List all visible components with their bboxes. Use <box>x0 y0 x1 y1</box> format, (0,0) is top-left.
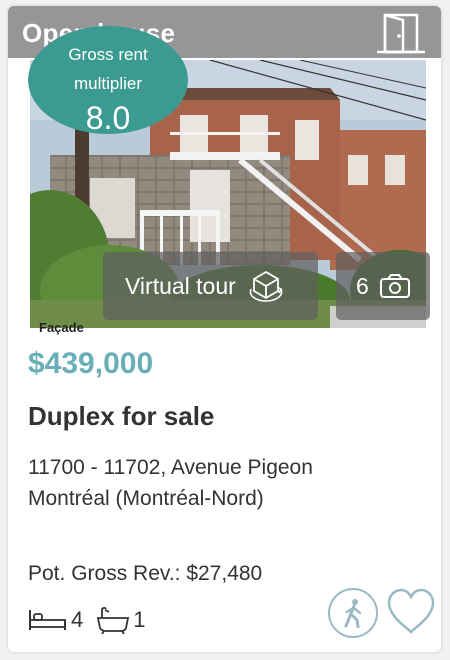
door-icon <box>377 13 425 54</box>
bathtub-icon <box>97 607 130 634</box>
camera-icon <box>379 274 410 298</box>
photos-button[interactable]: 6 <box>336 252 430 320</box>
bathroom-count: 1 <box>133 607 146 632</box>
gross-revenue: Pot. Gross Rev.: $27,480 <box>28 562 263 585</box>
walk-score-button[interactable] <box>328 588 378 638</box>
badge-label-line2: multiplier <box>73 74 143 93</box>
badge-label-line1: Gross rent <box>68 45 148 64</box>
bedroom-count: 4 <box>71 607 84 632</box>
listing-features: 4 1 <box>28 604 159 636</box>
badge-value: 8.0 <box>85 100 131 136</box>
bed-icon <box>29 610 66 630</box>
listing-address: 11700 - 11702, Avenue Pigeon Montréal (M… <box>28 452 313 514</box>
heart-icon[interactable] <box>386 588 436 636</box>
badge-label: Gross rent multiplier <box>28 40 188 98</box>
cube-360-icon <box>249 270 283 302</box>
listing-type[interactable]: Duplex for sale <box>28 401 214 432</box>
virtual-tour-label: Virtual tour <box>125 272 236 299</box>
photo-count: 6 <box>356 272 369 299</box>
pedestrian-icon <box>344 599 362 628</box>
photo-caption: Façade <box>39 320 84 335</box>
address-line1: 11700 - 11702, Avenue Pigeon <box>28 456 313 479</box>
listing-price: $439,000 <box>28 347 154 380</box>
virtual-tour-button[interactable]: Virtual tour <box>103 252 318 320</box>
listing-card[interactable]: Façade Open house Gross rent multiplier … <box>8 6 441 652</box>
address-line2: Montréal (Montréal-Nord) <box>28 487 264 510</box>
gross-rent-multiplier-badge: Gross rent multiplier 8.0 <box>28 26 188 134</box>
